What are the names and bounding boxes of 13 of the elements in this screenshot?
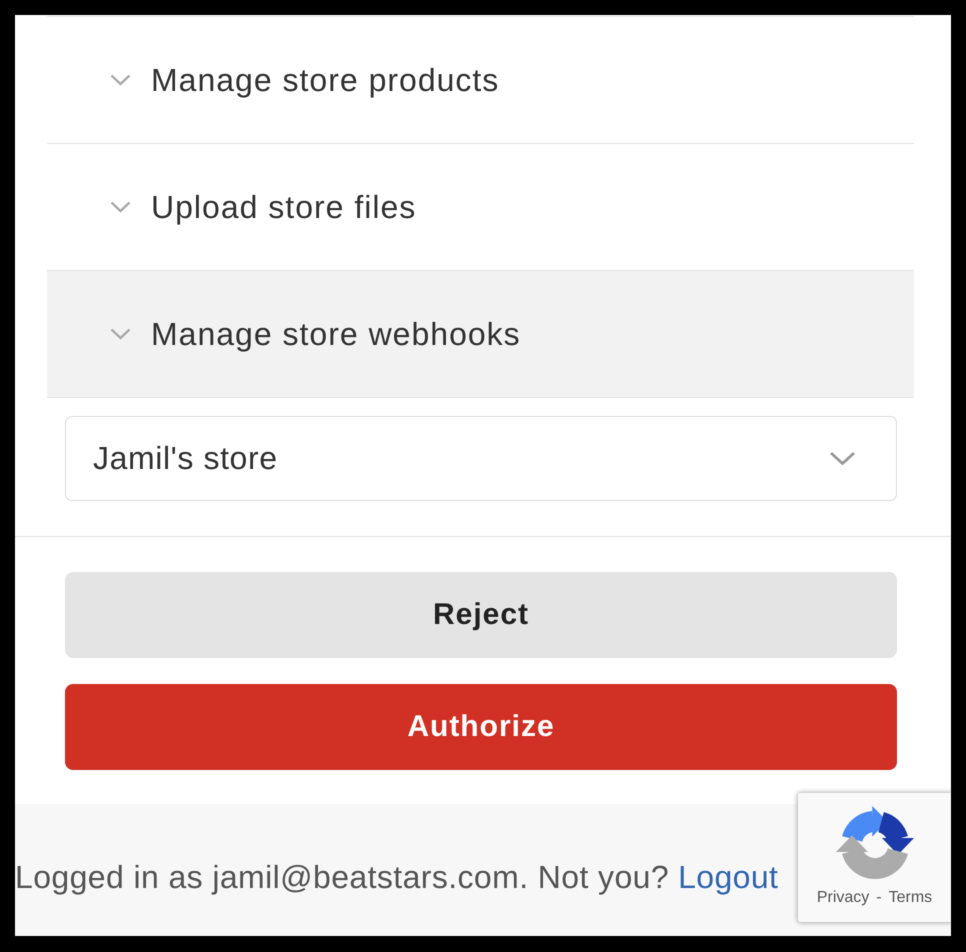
terms-link[interactable]: Terms <box>888 889 932 907</box>
chevron-down-icon <box>110 328 131 340</box>
store-select[interactable]: Jamil's store <box>65 416 897 501</box>
chevron-down-icon <box>110 74 131 86</box>
privacy-link[interactable]: Privacy <box>816 889 870 907</box>
login-status-text: Logged in as jamil@beatstars.com. Not you? <box>15 858 670 896</box>
authorize-button[interactable]: Authorize <box>65 684 897 770</box>
separator-text: - <box>876 889 882 907</box>
scope-row[interactable]: Manage store webhooks <box>47 271 914 398</box>
chevron-down-icon <box>829 451 856 466</box>
logout-link[interactable]: Logout <box>678 858 778 896</box>
chevron-down-icon <box>110 201 131 213</box>
reject-button[interactable]: Reject <box>65 572 897 658</box>
